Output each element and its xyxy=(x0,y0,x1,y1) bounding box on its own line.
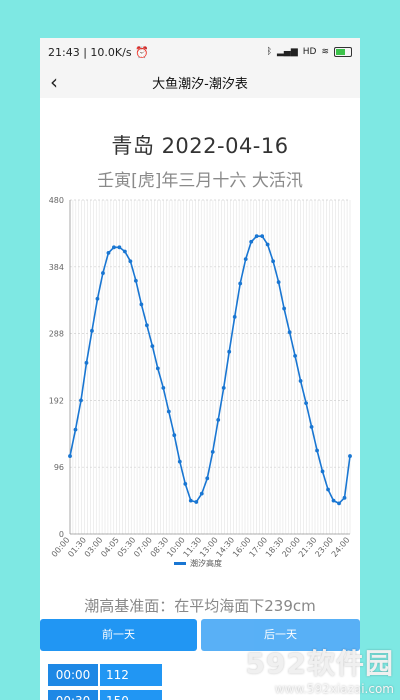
tide-data-point xyxy=(260,234,265,239)
legend-swatch xyxy=(174,562,186,565)
tide-data-point xyxy=(68,454,72,458)
tide-data-point xyxy=(205,476,210,481)
tide-data-point xyxy=(315,448,319,453)
tide-data-point xyxy=(337,501,341,506)
table-row: 00:30 150 xyxy=(48,690,162,700)
tide-data-point xyxy=(188,498,193,503)
tide-data-point xyxy=(331,498,336,503)
tide-data-point xyxy=(79,398,83,403)
y-tick-label: 288 xyxy=(49,330,64,339)
tide-data-point xyxy=(139,302,144,307)
tide-data-point xyxy=(144,323,149,328)
status-icons: ᛒ ▂▄▆ HD ≋ xyxy=(267,47,352,57)
tide-data-point xyxy=(177,459,182,464)
tide-chart: 480 384 288 192 96 0 00:00 01:30 03:00 04:05 05:30… xyxy=(40,188,360,578)
tide-data-point xyxy=(199,491,204,496)
legend-label: 潮汐高度 xyxy=(190,558,222,568)
tide-data-point xyxy=(249,239,254,244)
status-net-speed: 10.0K/s xyxy=(90,45,132,59)
status-time: 21:43 xyxy=(48,45,80,59)
y-tick-label: 384 xyxy=(49,263,64,272)
watermark-logo: 592软件园 xyxy=(245,647,394,680)
tide-data-point xyxy=(265,242,270,247)
tide-data-point xyxy=(128,259,133,264)
tide-data-point xyxy=(106,250,111,255)
tide-data-point xyxy=(101,271,105,275)
tide-data-point xyxy=(298,379,303,383)
tide-data-point xyxy=(150,344,155,349)
tide-data-point xyxy=(95,296,100,301)
table-cell-time: 00:30 xyxy=(48,690,98,700)
prev-day-button[interactable]: 前一天 xyxy=(40,619,197,651)
tide-data-point xyxy=(304,401,308,406)
status-bar: 21:43 | 10.0K/s ⏰ ᛒ ▂▄▆ HD ≋ xyxy=(40,38,360,66)
tide-data-point xyxy=(210,449,215,454)
chevron-left-icon[interactable]: ‹ xyxy=(50,70,58,94)
y-tick-label: 480 xyxy=(49,196,64,205)
tide-data-point xyxy=(183,482,188,486)
table-cell-value: 112 xyxy=(100,664,162,686)
page-title: 大鱼潮汐-潮汐表 xyxy=(152,76,248,92)
battery-icon xyxy=(334,47,352,57)
tide-data-point xyxy=(227,349,232,354)
y-tick-label: 192 xyxy=(49,396,64,405)
tide-data-point xyxy=(133,278,138,283)
watermark: 592软件园 www.592xiazai.com xyxy=(246,642,394,696)
base-level-text: 潮高基准面：在平均海面下239cm xyxy=(84,597,316,615)
signal-icon: ▂▄▆ xyxy=(276,47,298,57)
wifi-icon: ≋ xyxy=(321,47,329,57)
table-cell-value: 150 xyxy=(100,690,162,700)
tide-data-point xyxy=(348,454,352,458)
title-bar: ‹ 大鱼潮汐-潮汐表 xyxy=(40,66,360,98)
tide-data-point xyxy=(194,500,199,504)
tide-data-point xyxy=(155,366,160,371)
tide-data-point xyxy=(112,245,116,250)
tide-data-point xyxy=(216,417,221,422)
tide-data-point xyxy=(166,409,171,414)
tide-data-point xyxy=(254,234,259,239)
tide-data-point xyxy=(84,360,89,365)
tide-data-point xyxy=(172,433,177,438)
tide-data-point xyxy=(287,330,292,335)
tide-data-point xyxy=(238,281,243,286)
tide-data-point xyxy=(117,245,122,250)
tide-data-point xyxy=(123,249,127,254)
tide-data-point xyxy=(282,306,287,311)
tide-data-point xyxy=(326,487,330,492)
tide-data-point xyxy=(221,385,226,390)
city-date-heading: 青岛 2022-04-16 xyxy=(111,134,289,158)
y-tick-label: 96 xyxy=(54,463,64,472)
tide-data-point xyxy=(293,353,297,358)
bluetooth-icon: ᛒ xyxy=(266,47,272,57)
tide-data-point xyxy=(90,328,94,333)
tide-chart-svg: 48038428819296000:0001:3003:0004:0505:30… xyxy=(49,196,352,568)
alarm-icon: ⏰ xyxy=(135,45,149,59)
hd-label: HD xyxy=(302,47,317,57)
tide-data-point xyxy=(271,259,276,264)
watermark-url: www.592xiazai.com xyxy=(274,682,394,696)
tide-data-point xyxy=(309,424,314,429)
x-tick-label: 24:00 xyxy=(330,536,352,559)
app-screen: 21:43 | 10.0K/s ⏰ ᛒ ▂▄▆ HD ≋ ‹ 大鱼潮汐-潮汐表 … xyxy=(40,38,360,700)
table-row: 00:00 112 xyxy=(48,664,162,686)
tide-data-point xyxy=(232,315,237,319)
tide-data-point xyxy=(73,427,78,432)
tide-data-point xyxy=(342,495,347,500)
tide-data-point xyxy=(276,280,281,285)
tide-data-point xyxy=(161,385,166,390)
table-cell-time: 00:00 xyxy=(48,664,98,686)
tide-data-point xyxy=(243,257,248,262)
status-time-speed: 21:43 | 10.0K/s ⏰ xyxy=(48,45,149,59)
tide-data-point xyxy=(320,469,325,474)
